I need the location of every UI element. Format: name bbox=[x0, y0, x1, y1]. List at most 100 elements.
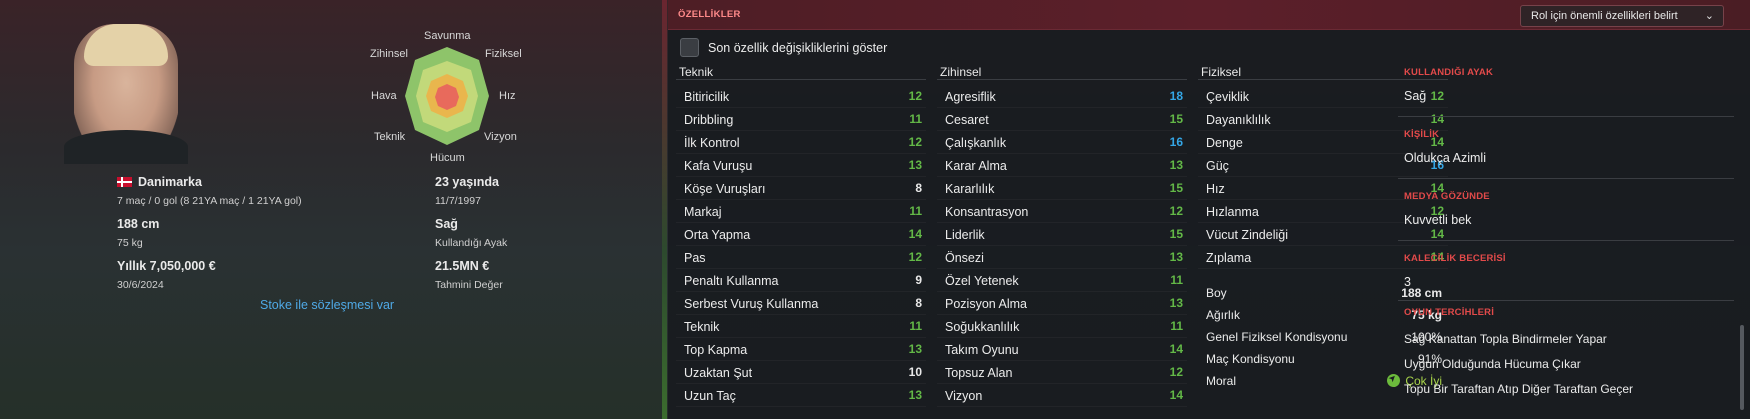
personality-value: Oldukça Azimli bbox=[1404, 151, 1486, 165]
attribute-name: Zıplama bbox=[1206, 251, 1252, 265]
denmark-flag-icon bbox=[117, 177, 132, 187]
attribute-row[interactable]: Pozisyon Alma 13 bbox=[937, 292, 1187, 315]
attribute-name: Çeviklik bbox=[1206, 90, 1250, 104]
mental-column-title: Zihinsel bbox=[940, 65, 982, 79]
attribute-value: 10 bbox=[908, 365, 922, 379]
wage-value: Yıllık 7,050,000 € bbox=[117, 259, 216, 273]
attribute-name: Uzun Taç bbox=[684, 389, 736, 403]
portrait-hair bbox=[84, 24, 168, 66]
attribute-row[interactable]: Kafa Vuruşu 13 bbox=[676, 154, 926, 177]
attribute-value: 13 bbox=[1169, 250, 1183, 264]
attribute-row[interactable]: Teknik 11 bbox=[676, 315, 926, 338]
attribute-name: Hızlanma bbox=[1206, 205, 1259, 219]
attribute-name: Vizyon bbox=[945, 389, 983, 403]
attribute-row[interactable]: İlk Kontrol 12 bbox=[676, 131, 926, 154]
attribute-row[interactable]: Orta Yapma 14 bbox=[676, 223, 926, 246]
attribute-row[interactable]: Top Kapma 13 bbox=[676, 338, 926, 361]
attribute-value: 11 bbox=[909, 204, 922, 218]
attribute-row[interactable]: Dribbling 11 bbox=[676, 108, 926, 131]
attribute-value: 12 bbox=[908, 89, 922, 103]
radar-label-speed: Hız bbox=[499, 90, 516, 102]
attribute-name: Top Kapma bbox=[684, 343, 748, 357]
role-highlight-dropdown[interactable]: Rol için önemli özellikleri belirt ⌄ bbox=[1520, 5, 1724, 27]
attribute-name: Cesaret bbox=[945, 113, 989, 127]
attribute-value: 11 bbox=[909, 112, 922, 126]
physical-info-label: Ağırlık bbox=[1206, 308, 1241, 322]
recent-changes-checkbox[interactable] bbox=[680, 38, 699, 57]
attribute-value: 13 bbox=[908, 342, 922, 356]
attribute-value: 15 bbox=[1169, 227, 1183, 241]
attribute-value: 13 bbox=[908, 158, 922, 172]
attribute-row[interactable]: Köşe Vuruşları 8 bbox=[676, 177, 926, 200]
media-description-value: Kuvvetli bek bbox=[1404, 213, 1472, 227]
attribute-name: Topsuz Alan bbox=[945, 366, 1013, 380]
age-value: 23 yaşında bbox=[435, 175, 499, 189]
radar-label-defence: Savunma bbox=[424, 30, 471, 42]
radar-label-attack: Hücum bbox=[430, 152, 465, 164]
attribute-value: 12 bbox=[908, 135, 922, 149]
attribute-row[interactable]: Pas 12 bbox=[676, 246, 926, 269]
nationality-text: Danimarka bbox=[138, 175, 202, 189]
attribute-row[interactable]: Takım Oyunu 14 bbox=[937, 338, 1187, 361]
attribute-value: 8 bbox=[915, 296, 922, 310]
preferred-foot-side-value: Sağ bbox=[1404, 89, 1427, 103]
attribute-value: 11 bbox=[909, 319, 922, 333]
attribute-row[interactable]: Dayanıklılık 14 bbox=[1198, 108, 1448, 131]
transfer-value: 21.5MN € bbox=[435, 259, 490, 273]
attribute-row[interactable]: Serbest Vuruş Kullanma 8 bbox=[676, 292, 926, 315]
radar-label-mental: Zihinsel bbox=[370, 48, 408, 60]
role-dropdown-label: Rol için önemli özellikleri belirt bbox=[1531, 10, 1678, 22]
attributes-header: ÖZELLİKLER Rol için önemli özellikleri b… bbox=[668, 0, 1750, 30]
attribute-row[interactable]: Liderlik 15 bbox=[937, 223, 1187, 246]
attribute-row[interactable]: Uzaktan Şut 10 bbox=[676, 361, 926, 384]
attribute-row[interactable]: Önsezi 13 bbox=[937, 246, 1187, 269]
player-portrait bbox=[64, 24, 188, 164]
radar-core bbox=[435, 84, 459, 110]
transfer-value-label: Tahmini Değer bbox=[435, 279, 503, 291]
attribute-row[interactable]: Markaj 11 bbox=[676, 200, 926, 223]
attribute-value: 12 bbox=[1169, 204, 1183, 218]
side-divider bbox=[1398, 178, 1734, 179]
attribute-value: 13 bbox=[908, 388, 922, 402]
attribute-name: Bitiricilik bbox=[684, 90, 730, 104]
attribute-value: 15 bbox=[1169, 112, 1183, 126]
attribute-row[interactable]: Penaltı Kullanma 9 bbox=[676, 269, 926, 292]
physical-info-label: Moral bbox=[1206, 374, 1237, 388]
attribute-row[interactable]: Agresiflik 18 bbox=[937, 85, 1187, 108]
attribute-name: Konsantrasyon bbox=[945, 205, 1029, 219]
attribute-row[interactable]: Topsuz Alan 12 bbox=[937, 361, 1187, 384]
attribute-row[interactable]: Çalışkanlık 16 bbox=[937, 131, 1187, 154]
attribute-row[interactable]: Karar Alma 13 bbox=[937, 154, 1187, 177]
chevron-down-icon: ⌄ bbox=[1704, 10, 1714, 22]
attribute-row[interactable]: Konsantrasyon 12 bbox=[937, 200, 1187, 223]
attribute-radar-chart: Savunma Fiziksel Hız Vizyon Hücum Teknik… bbox=[362, 26, 532, 166]
physical-column-title: Fiziksel bbox=[1201, 65, 1242, 79]
attribute-name: Takım Oyunu bbox=[945, 343, 1019, 357]
traits-scrollbar[interactable] bbox=[1740, 325, 1744, 410]
attribute-value: 14 bbox=[1430, 227, 1444, 241]
attribute-value: 16 bbox=[1169, 135, 1183, 149]
attribute-row[interactable]: Bitiricilik 12 bbox=[676, 85, 926, 108]
attribute-name: Karar Alma bbox=[945, 159, 1007, 173]
preferred-foot-title: KULLANDIĞI AYAK bbox=[1404, 67, 1494, 78]
player-trait-item: Topu Bir Taraftan Atıp Diğer Taraftan Ge… bbox=[1404, 382, 1634, 396]
portrait-shoulders bbox=[64, 130, 188, 164]
contract-end-date: 30/6/2024 bbox=[117, 279, 164, 291]
attribute-row[interactable]: Uzun Taç 13 bbox=[676, 384, 926, 407]
attribute-value: 15 bbox=[1169, 181, 1183, 195]
attribute-row[interactable]: Soğukkanlılık 11 bbox=[937, 315, 1187, 338]
radar-label-aerial: Hava bbox=[371, 90, 397, 102]
technical-column-rule bbox=[676, 79, 926, 80]
attribute-row[interactable]: Vizyon 14 bbox=[937, 384, 1187, 407]
attribute-row[interactable]: Kararlılık 15 bbox=[937, 177, 1187, 200]
preferred-foot-label: Kullandığı Ayak bbox=[435, 237, 508, 249]
attribute-row[interactable]: Özel Yetenek 11 bbox=[937, 269, 1187, 292]
attribute-name: Pozisyon Alma bbox=[945, 297, 1027, 311]
contract-club-link[interactable]: Stoke ile sözleşmesi var bbox=[260, 298, 394, 312]
radar-label-technical: Teknik bbox=[374, 131, 406, 143]
side-divider bbox=[1398, 240, 1734, 241]
attribute-row[interactable]: Cesaret 15 bbox=[937, 108, 1187, 131]
morale-arrow-icon bbox=[1387, 374, 1401, 387]
attribute-name: Dribbling bbox=[684, 113, 734, 127]
weight-value: 75 kg bbox=[117, 237, 143, 249]
